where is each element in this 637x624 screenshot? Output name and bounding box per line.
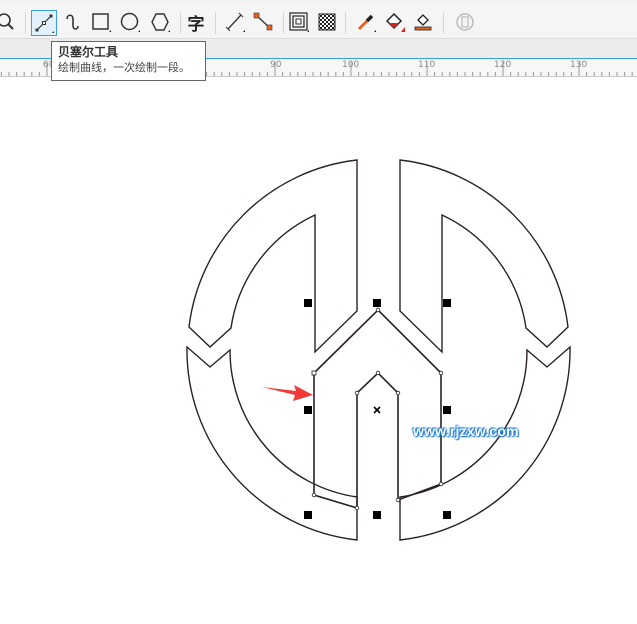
ellipse-tool[interactable]	[118, 10, 142, 34]
connector-icon	[225, 12, 245, 32]
polygon-icon	[151, 13, 170, 32]
rectangle-tool[interactable]	[89, 10, 113, 34]
text-tool[interactable]: 字	[184, 10, 208, 35]
ruler-label: 120	[494, 60, 512, 70]
disabled-tool	[453, 10, 477, 34]
tooltip-description: 绘制曲线，一次绘制一段。	[58, 61, 190, 74]
center-mark-icon	[373, 406, 381, 414]
zoom-icon	[0, 13, 14, 30]
contour-icon	[289, 12, 309, 32]
ruler-label: 100	[342, 60, 360, 70]
transparency-tool[interactable]	[315, 10, 339, 34]
tooltip-title: 贝塞尔工具	[58, 45, 119, 59]
fill-tool[interactable]	[383, 10, 407, 34]
eyedropper-tool[interactable]	[354, 10, 378, 34]
separator	[345, 12, 346, 34]
transparency-icon	[318, 13, 336, 31]
ellipse-icon	[120, 12, 140, 32]
separator	[443, 12, 444, 34]
logo-piece-top-right[interactable]	[399, 159, 569, 354]
watermark: www.rjzxw.com	[413, 423, 519, 439]
ruler-label: 90	[270, 60, 282, 70]
tooltip: 贝塞尔工具 绘制曲线，一次绘制一段。	[51, 41, 206, 81]
logo-piece-bottom-right[interactable]	[399, 345, 571, 541]
logo-piece-top-left[interactable]	[188, 159, 358, 354]
red-arrow-icon	[262, 385, 313, 401]
separator	[215, 12, 216, 34]
contour-tool[interactable]	[287, 10, 311, 34]
toolbox: 字	[0, 6, 637, 39]
zoom-tool[interactable]	[0, 10, 18, 34]
dimension-tool[interactable]	[251, 10, 275, 34]
separator	[283, 12, 284, 34]
text-icon: 字	[187, 14, 205, 35]
drawing-canvas[interactable]	[0, 76, 637, 624]
connector-tool[interactable]	[223, 10, 247, 34]
dimension-icon	[253, 12, 273, 31]
ruler-label: 110	[418, 60, 436, 70]
rectangle-icon	[92, 13, 111, 32]
fill-icon	[385, 12, 405, 32]
eyedropper-icon	[357, 14, 376, 32]
freehand-tool[interactable]	[60, 10, 84, 34]
separator	[25, 12, 26, 34]
interactive-fill-icon	[414, 14, 432, 31]
interactive-fill-tool[interactable]	[411, 10, 435, 34]
polygon-tool[interactable]	[148, 10, 172, 34]
separator	[180, 12, 181, 34]
freehand-icon	[66, 14, 79, 30]
ruler-label: 130	[570, 60, 588, 70]
disabled-tool-icon	[456, 13, 474, 31]
bezier-icon	[35, 14, 54, 33]
logo-piece-bottom-left[interactable]	[186, 345, 358, 541]
bezier-tool[interactable]	[31, 10, 57, 36]
